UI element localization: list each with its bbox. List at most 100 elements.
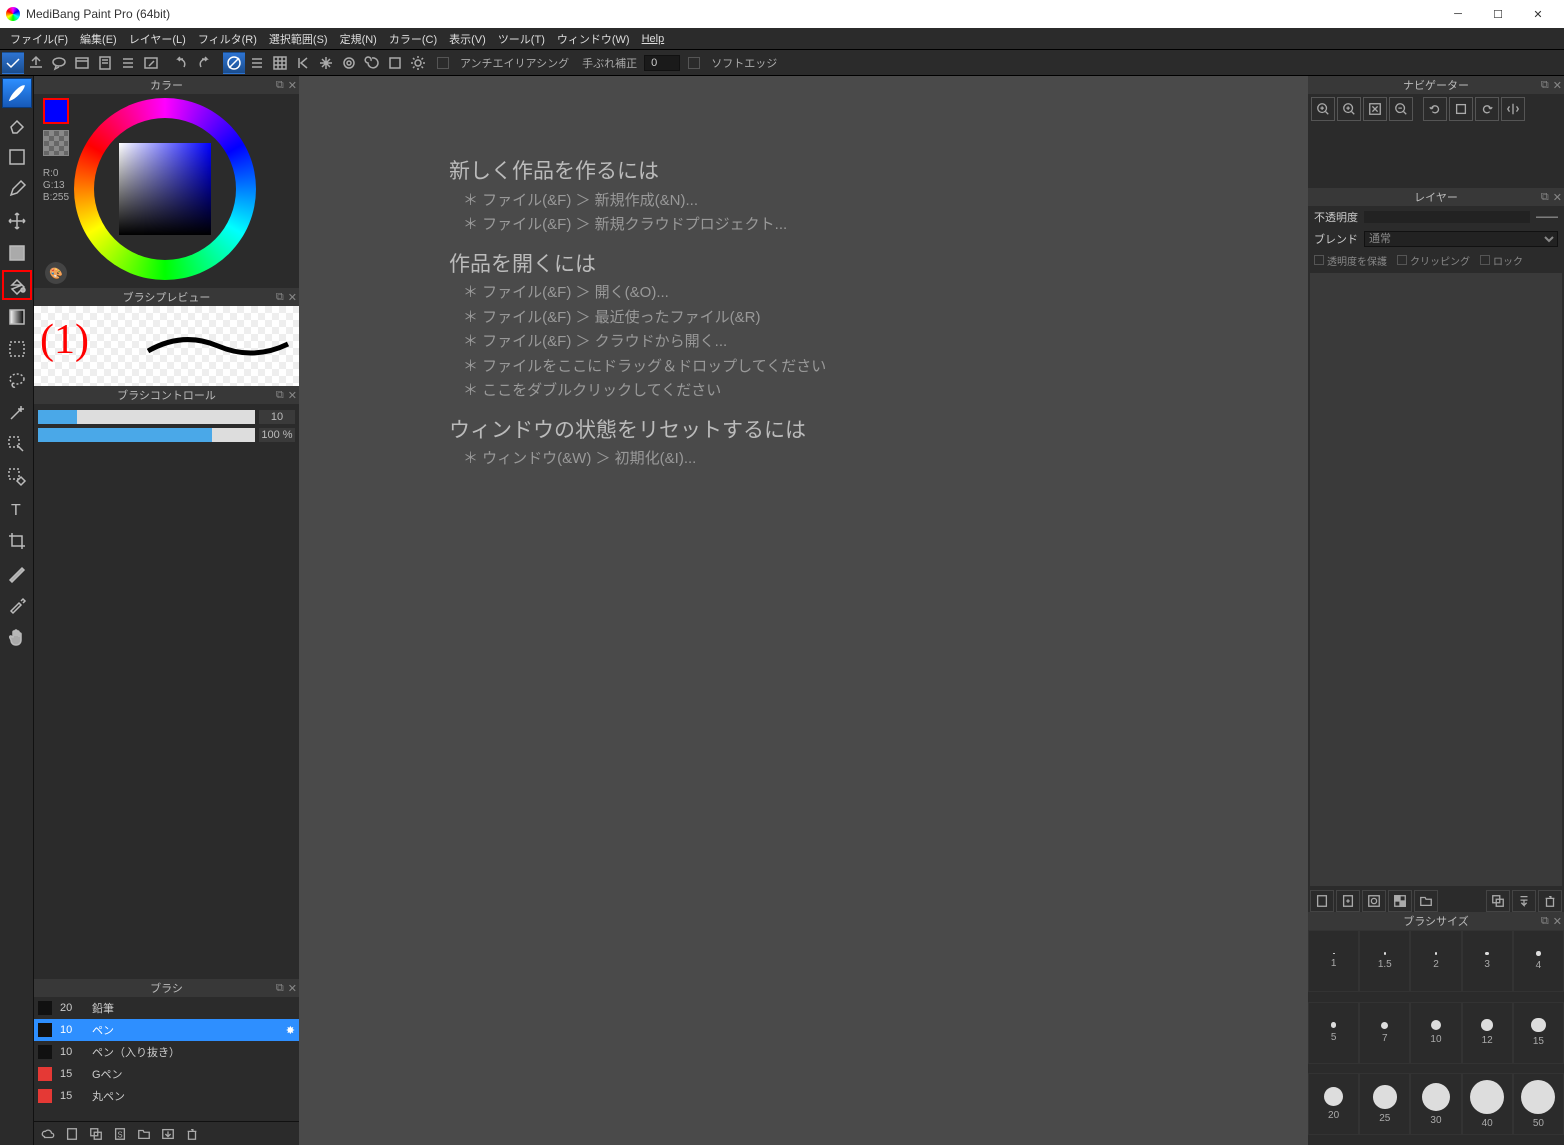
- menu-tool[interactable]: ツール(T): [492, 29, 551, 49]
- tool-gradient[interactable]: [2, 302, 32, 332]
- tb-gear[interactable]: [407, 52, 429, 74]
- tb-comment[interactable]: [48, 52, 70, 74]
- size-cell[interactable]: 15: [1513, 1002, 1564, 1064]
- minimize-button[interactable]: ─: [1438, 0, 1478, 28]
- layer-checker[interactable]: [1388, 890, 1412, 912]
- palette-icon[interactable]: 🎨: [45, 262, 67, 284]
- brush-item[interactable]: 10ペン（入り抜き）: [34, 1041, 299, 1063]
- tool-fill-rect[interactable]: [2, 238, 32, 268]
- brush-cloud[interactable]: [38, 1124, 58, 1144]
- opacity-slider[interactable]: [1364, 211, 1530, 223]
- size-cell[interactable]: 1.5: [1359, 930, 1410, 992]
- size-cell[interactable]: 4: [1513, 930, 1564, 992]
- menu-filter[interactable]: フィルタ(R): [192, 29, 263, 49]
- softedge-check[interactable]: [688, 57, 700, 69]
- tb-edit[interactable]: [140, 52, 162, 74]
- tool-select-rect[interactable]: [2, 334, 32, 364]
- color-wheel[interactable]: [74, 98, 256, 280]
- menu-layer[interactable]: レイヤー(L): [123, 29, 192, 49]
- tool-move[interactable]: [2, 206, 32, 236]
- brush-item[interactable]: 15Gペン: [34, 1063, 299, 1085]
- tb-snow[interactable]: [315, 52, 337, 74]
- tb-share[interactable]: [25, 52, 47, 74]
- color-square[interactable]: [119, 143, 211, 235]
- close-icon[interactable]: ✕: [288, 389, 297, 402]
- size-cell[interactable]: 3: [1462, 930, 1513, 992]
- canvas-area[interactable]: 新しく作品を作るには ＊ ファイル(&F) ＞ 新規作成(&N)... ＊ ファ…: [299, 76, 1308, 1145]
- brush-item[interactable]: 20鉛筆: [34, 997, 299, 1019]
- antialias-check[interactable]: [437, 57, 449, 69]
- popout-icon[interactable]: ⧉: [276, 79, 284, 92]
- size-cell[interactable]: 1: [1308, 930, 1359, 992]
- close-icon[interactable]: ✕: [288, 291, 297, 304]
- foreground-color[interactable]: [43, 98, 69, 124]
- tool-text[interactable]: T: [2, 494, 32, 524]
- close-button[interactable]: ✕: [1518, 0, 1558, 28]
- brush-item[interactable]: 15丸ペン: [34, 1085, 299, 1107]
- brush-size-value[interactable]: 10: [259, 410, 295, 424]
- lock-check[interactable]: [1480, 255, 1490, 265]
- size-cell[interactable]: 30: [1410, 1073, 1461, 1135]
- close-icon[interactable]: ✕: [1553, 79, 1562, 92]
- tb-list[interactable]: [117, 52, 139, 74]
- tb-redo[interactable]: [193, 52, 215, 74]
- size-cell[interactable]: 40: [1462, 1073, 1513, 1135]
- tb-spiral[interactable]: [361, 52, 383, 74]
- brush-new[interactable]: [62, 1124, 82, 1144]
- popout-icon[interactable]: ⧉: [1541, 191, 1549, 204]
- size-cell[interactable]: 5: [1308, 1002, 1359, 1064]
- nav-rotate-cw[interactable]: [1475, 97, 1499, 121]
- popout-icon[interactable]: ⧉: [1541, 915, 1549, 928]
- nav-zoom-out[interactable]: [1389, 97, 1413, 121]
- layer-new[interactable]: [1310, 890, 1334, 912]
- menu-window[interactable]: ウィンドウ(W): [551, 29, 636, 49]
- close-icon[interactable]: ✕: [288, 982, 297, 995]
- close-icon[interactable]: ✕: [1553, 191, 1562, 204]
- tool-crop[interactable]: [2, 526, 32, 556]
- close-icon[interactable]: ✕: [1553, 915, 1562, 928]
- stabilizer-value[interactable]: 0: [644, 55, 680, 71]
- tool-pen[interactable]: [2, 174, 32, 204]
- size-cell[interactable]: 25: [1359, 1073, 1410, 1135]
- brush-dup[interactable]: [86, 1124, 106, 1144]
- menu-color[interactable]: カラー(C): [383, 29, 443, 49]
- tool-hand[interactable]: [2, 622, 32, 652]
- nav-fit[interactable]: [1363, 97, 1387, 121]
- brush-script[interactable]: S: [110, 1124, 130, 1144]
- tool-knife[interactable]: [2, 558, 32, 588]
- menu-ruler[interactable]: 定規(N): [334, 29, 383, 49]
- background-color[interactable]: [43, 130, 69, 156]
- brush-delete[interactable]: [182, 1124, 202, 1144]
- layer-dup[interactable]: [1486, 890, 1510, 912]
- tb-cloud-sync[interactable]: [2, 52, 24, 74]
- tb-box[interactable]: [384, 52, 406, 74]
- tool-shape[interactable]: [2, 142, 32, 172]
- tb-undo[interactable]: [170, 52, 192, 74]
- popout-icon[interactable]: ⧉: [276, 291, 284, 304]
- layer-new2[interactable]: [1336, 890, 1360, 912]
- tb-lines[interactable]: [246, 52, 268, 74]
- tb-target[interactable]: [338, 52, 360, 74]
- tool-brush[interactable]: [2, 78, 32, 108]
- maximize-button[interactable]: ☐: [1478, 0, 1518, 28]
- tool-select-brush[interactable]: [2, 430, 32, 460]
- layer-mask[interactable]: [1362, 890, 1386, 912]
- menu-view[interactable]: 表示(V): [443, 29, 492, 49]
- popout-icon[interactable]: ⧉: [276, 389, 284, 402]
- popout-icon[interactable]: ⧉: [276, 982, 284, 995]
- nav-flip[interactable]: [1501, 97, 1525, 121]
- brush-opacity-value[interactable]: 100 %: [259, 428, 295, 442]
- nav-zoom-in[interactable]: [1311, 97, 1335, 121]
- menu-edit[interactable]: 編集(E): [74, 29, 123, 49]
- menu-select[interactable]: 選択範囲(S): [263, 29, 334, 49]
- tool-select-erase[interactable]: [2, 462, 32, 492]
- nav-reset[interactable]: [1449, 97, 1473, 121]
- blend-select[interactable]: 通常: [1364, 231, 1558, 247]
- layer-folder[interactable]: [1414, 890, 1438, 912]
- clipping-check[interactable]: [1397, 255, 1407, 265]
- protect-check[interactable]: [1314, 255, 1324, 265]
- brush-size-slider[interactable]: [38, 410, 255, 424]
- size-cell[interactable]: 12: [1462, 1002, 1513, 1064]
- layer-delete[interactable]: [1538, 890, 1562, 912]
- tb-grid[interactable]: [269, 52, 291, 74]
